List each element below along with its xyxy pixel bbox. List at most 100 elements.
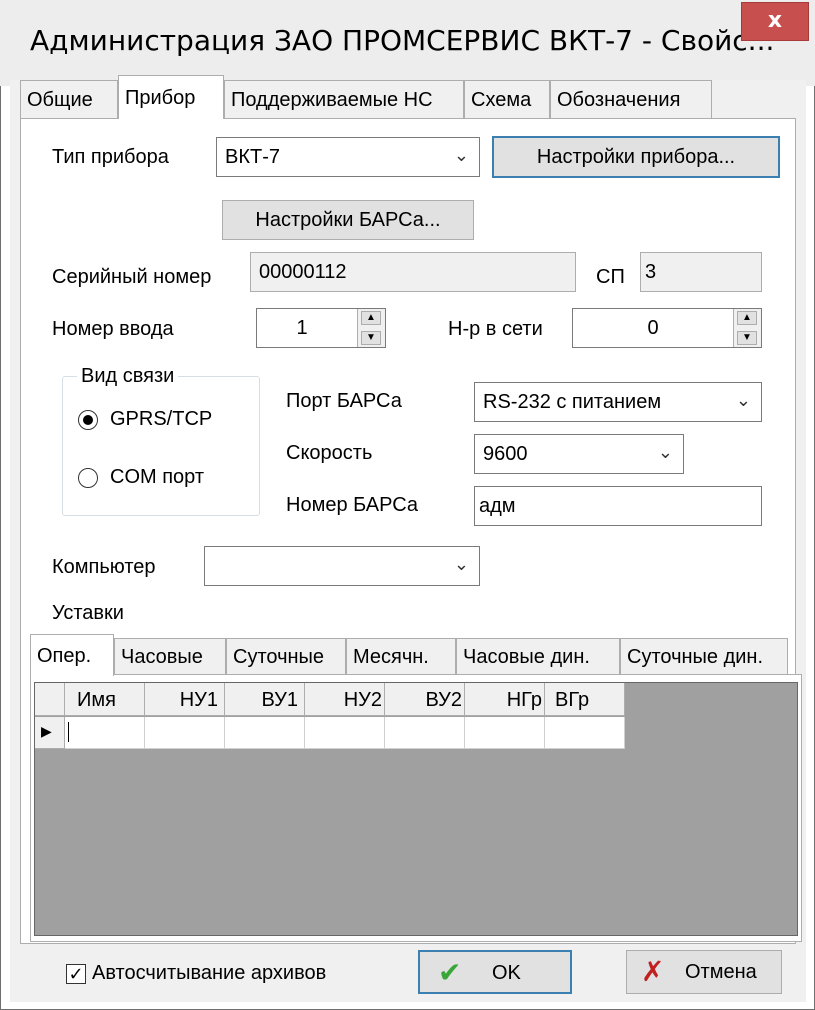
input-number-value: 1	[296, 317, 308, 339]
sp-label: СП	[596, 266, 625, 288]
autoread-checkbox[interactable]: ✓	[66, 964, 86, 984]
ok-button[interactable]: ✔ OK	[418, 950, 572, 994]
serial-number-value: 00000112	[259, 261, 347, 283]
table-cell[interactable]	[465, 717, 545, 749]
input-number-label: Номер ввода	[52, 318, 174, 340]
tab-general-label: Общие	[27, 89, 93, 111]
subtab-daily-dyn[interactable]: Суточные дин.	[620, 638, 788, 674]
chevron-down-icon: ⌄	[453, 554, 469, 574]
cancel-label: Отмена	[685, 961, 757, 983]
column-nu1-header: НУ1	[179, 689, 218, 711]
connection-type-group: Вид связи	[62, 365, 260, 516]
grid-column-header[interactable]: НУ1	[145, 683, 225, 716]
column-vu1-header: ВУ1	[261, 689, 298, 711]
subtab-hourly-label: Часовые	[121, 646, 203, 668]
tab-scheme[interactable]: Схема	[464, 80, 550, 118]
speed-value: 9600	[483, 443, 528, 465]
spin-down-icon[interactable]: ▼	[737, 331, 757, 345]
net-number-value: 0	[647, 317, 659, 339]
cancel-button[interactable]: ✗ Отмена	[626, 950, 782, 994]
checkmark-icon: ✓	[68, 964, 84, 984]
autoread-label[interactable]: Автосчитывание архивов	[92, 962, 326, 985]
tab-device[interactable]: Прибор	[118, 75, 224, 119]
subtab-hourly[interactable]: Часовые	[114, 638, 226, 674]
sp-value: 3	[645, 261, 657, 283]
grid-column-header[interactable]: ВУ1	[225, 683, 305, 716]
tab-designations[interactable]: Обозначения	[550, 80, 712, 118]
bars-port-value: RS-232 с питанием	[483, 391, 662, 413]
net-number-label: Н-р в сети	[448, 318, 543, 340]
device-settings-button[interactable]: Настройки прибора...	[492, 136, 780, 178]
chevron-down-icon: ⌄	[453, 145, 469, 165]
subtab-daily[interactable]: Суточные	[226, 638, 346, 674]
spin-up-icon[interactable]: ▲	[361, 311, 381, 325]
tab-supported-ns[interactable]: Поддерживаемые НС	[224, 80, 464, 118]
device-settings-label: Настройки прибора...	[536, 146, 736, 168]
table-cell[interactable]	[545, 717, 625, 749]
subtab-oper-label: Опер.	[37, 645, 92, 667]
grid-column-header[interactable]: ВУ2	[385, 683, 465, 716]
chevron-down-icon: ⌄	[735, 390, 751, 410]
bars-port-label: Порт БАРСа	[286, 390, 402, 412]
tab-device-label: Прибор	[125, 87, 196, 109]
column-vgr-header: ВГр	[555, 689, 590, 711]
grid-column-header[interactable]: НУ2	[305, 683, 385, 716]
bars-settings-button[interactable]: Настройки БАРСа...	[222, 200, 474, 240]
computer-label: Компьютер	[52, 556, 156, 578]
sp-field: 3	[640, 252, 762, 292]
column-nu2-header: НУ2	[343, 689, 382, 711]
radio-com-port-label[interactable]: COM порт	[110, 466, 204, 489]
spin-up-icon[interactable]: ▲	[737, 311, 757, 325]
ok-label: OK	[492, 962, 521, 984]
title-bar[interactable]: Администрация ЗАО ПРОМСЕРВИС ВКТ-7 - Сво…	[0, 0, 815, 86]
subtab-hourly-dyn[interactable]: Часовые дин.	[456, 638, 620, 674]
grid-column-header[interactable]: НГр	[465, 683, 545, 716]
grid-column-header[interactable]: Имя	[65, 683, 145, 716]
column-vu2-header: ВУ2	[425, 689, 462, 711]
net-number-stepper[interactable]: 0 ▲ ▼	[572, 308, 762, 348]
tab-designations-label: Обозначения	[557, 89, 681, 111]
text-cursor-icon	[68, 722, 69, 742]
setpoints-label: Уставки	[52, 602, 124, 624]
close-button[interactable]: x	[741, 2, 809, 41]
speed-label-text: Скорость	[286, 442, 373, 464]
bars-number-input[interactable]: адм	[474, 486, 762, 526]
table-cell[interactable]	[385, 717, 465, 749]
window-title: Администрация ЗАО ПРОМСЕРВИС ВКТ-7 - Сво…	[30, 24, 775, 57]
radio-selected-dot-icon	[83, 415, 93, 425]
column-name-header: Имя	[77, 689, 116, 711]
subtab-oper[interactable]: Опер.	[30, 634, 114, 676]
device-type-value: ВКТ-7	[225, 146, 280, 168]
table-cell[interactable]	[305, 717, 385, 749]
bars-settings-label: Настройки БАРСа...	[255, 209, 441, 231]
speed-select[interactable]: 9600 ⌄	[474, 434, 684, 474]
subtab-monthly-label: Месячн.	[353, 646, 429, 668]
setpoints-grid[interactable]: Имя НУ1 ВУ1 НУ2 ВУ2 НГр ВГр ▶	[34, 682, 798, 936]
grid-column-header[interactable]: ВГр	[545, 683, 625, 716]
spin-down-icon[interactable]: ▼	[361, 331, 381, 345]
bars-port-select[interactable]: RS-232 с питанием ⌄	[474, 382, 762, 422]
table-cell[interactable]	[145, 717, 225, 749]
computer-select[interactable]: ⌄	[204, 546, 480, 586]
device-type-label: Тип прибора	[52, 146, 169, 168]
radio-com-port[interactable]	[78, 468, 98, 488]
radio-gprs-tcp[interactable]	[78, 410, 98, 430]
device-type-select[interactable]: ВКТ-7 ⌄	[216, 137, 480, 177]
tab-general[interactable]: Общие	[20, 80, 118, 118]
subtab-daily-dyn-label: Суточные дин.	[627, 646, 764, 668]
subtab-monthly[interactable]: Месячн.	[346, 638, 456, 674]
table-cell[interactable]	[65, 717, 145, 749]
radio-gprs-tcp-label[interactable]: GPRS/TCP	[110, 408, 212, 431]
chevron-down-icon: ⌄	[657, 442, 673, 462]
table-cell[interactable]	[225, 717, 305, 749]
cancel-x-icon: ✗	[641, 956, 665, 987]
bars-number-value: адм	[479, 495, 516, 517]
input-number-stepper[interactable]: 1 ▲ ▼	[256, 308, 386, 348]
check-icon: ✔	[438, 957, 462, 988]
column-ngr-header: НГр	[506, 689, 542, 711]
serial-number-field: 00000112	[250, 252, 576, 292]
grid-corner-header	[35, 683, 65, 716]
bars-number-label: Номер БАРСа	[286, 494, 419, 516]
serial-number-label: Серийный номер	[52, 266, 212, 288]
subtab-daily-label: Суточные	[233, 646, 325, 668]
